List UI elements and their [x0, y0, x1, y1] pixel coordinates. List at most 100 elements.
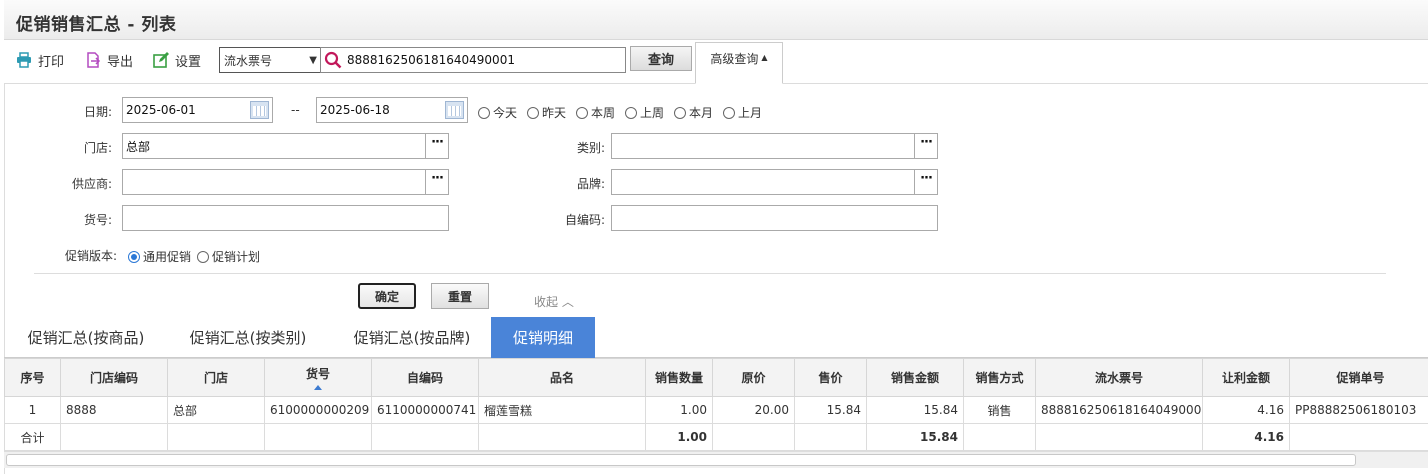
search-field-select[interactable]: 流水票号 ▼ [219, 47, 323, 73]
table-cell: 8888 [60, 396, 168, 424]
column-header[interactable]: 原价 [712, 358, 795, 397]
report-tabs: 促销汇总(按商品) 促销汇总(按类别) 促销汇总(按品牌) 促销明细 [4, 316, 1428, 358]
radio-circle [197, 250, 209, 263]
table-header-row: 序号 门店编码 门店 货号 自编码 品名 销售数量 原价 售价 销售金额 销售方… [4, 358, 1428, 397]
more-icon[interactable]: ··· [425, 134, 448, 158]
more-icon[interactable]: ··· [914, 170, 937, 194]
print-button[interactable]: 打印 [16, 50, 64, 70]
confirm-button[interactable]: 确定 [358, 283, 416, 309]
store-label: 门店: [84, 141, 113, 155]
column-header[interactable]: 品名 [478, 358, 646, 397]
advanced-query-tab[interactable]: 高级查询 ▲ [695, 42, 783, 84]
date-separator: -- [291, 103, 300, 117]
column-header[interactable]: 门店编码 [60, 358, 168, 397]
settings-button[interactable]: 设置 [153, 50, 201, 70]
date-from-input[interactable]: 2025-06-01 [122, 97, 273, 123]
radio-today[interactable]: 今天 [478, 104, 517, 121]
column-header[interactable]: 促销单号 [1289, 358, 1428, 397]
calendar-icon[interactable] [250, 101, 269, 119]
query-button[interactable]: 查询 [630, 46, 692, 71]
category-label: 类别: [577, 141, 606, 155]
search-value: 8888162506181640490001 [347, 53, 515, 67]
radio-circle [576, 106, 588, 119]
table-cell [794, 423, 867, 451]
export-label: 导出 [107, 54, 134, 70]
radio-label: 本周 [591, 106, 616, 120]
date-from-value: 2025-06-01 [126, 103, 196, 117]
column-header-sorted[interactable]: 货号 [264, 358, 372, 397]
tab-summary-by-product[interactable]: 促销汇总(按商品) [10, 317, 162, 358]
tab-summary-by-category[interactable]: 促销汇总(按类别) [170, 317, 326, 358]
column-header[interactable]: 流水票号 [1035, 358, 1203, 397]
table-cell: 8888162506181640490001 [1035, 396, 1203, 424]
radio-label: 上周 [640, 106, 665, 120]
collapse-link[interactable]: 收起 ︿ [534, 293, 574, 310]
more-icon[interactable]: ··· [914, 134, 937, 158]
search-field-value: 流水票号 [224, 53, 273, 68]
radio-circle-selected [128, 250, 140, 263]
date-to-input[interactable]: 2025-06-18 [316, 97, 468, 123]
radio-circle [478, 106, 490, 119]
table-cell: 1 [4, 396, 61, 424]
column-header[interactable]: 销售数量 [645, 358, 713, 397]
column-header-label: 货号 [305, 367, 330, 381]
horizontal-scrollbar[interactable] [4, 451, 1428, 468]
tab-summary-by-brand[interactable]: 促销汇总(按品牌) [334, 317, 490, 358]
column-header[interactable]: 门店 [167, 358, 265, 397]
date-label: 日期: [84, 105, 113, 119]
tab-promo-detail[interactable]: 促销明细 [491, 317, 595, 358]
table-cell: 6100000000209 [264, 396, 372, 424]
category-input[interactable]: ··· [611, 133, 938, 159]
brand-label: 品牌: [577, 177, 606, 191]
radio-circle [527, 106, 539, 119]
table-cell: 销售 [963, 396, 1036, 424]
search-icon [323, 50, 343, 70]
more-icon[interactable]: ··· [425, 170, 448, 194]
radio-circle [674, 106, 686, 119]
table-cell: 20.00 [712, 396, 795, 424]
column-header[interactable]: 售价 [794, 358, 867, 397]
reset-button[interactable]: 重置 [431, 283, 489, 309]
supplier-input[interactable]: ··· [122, 169, 449, 195]
item-no-input[interactable] [122, 205, 449, 231]
export-button[interactable]: 导出 [85, 50, 133, 70]
column-header[interactable]: 序号 [4, 358, 61, 397]
settings-label: 设置 [175, 54, 202, 70]
radio-last-week[interactable]: 上周 [625, 104, 664, 121]
radio-promo-plan[interactable]: 促销计划 [197, 248, 260, 265]
page-title: 促销销售汇总 - 列表 [16, 15, 177, 35]
search-input[interactable]: 8888162506181640490001 [320, 47, 626, 73]
column-header[interactable]: 销售金额 [866, 358, 964, 397]
date-to-value: 2025-06-18 [320, 103, 390, 117]
table-cell: 榴莲雪糕 [478, 396, 646, 424]
radio-label: 昨天 [542, 106, 567, 120]
radio-label: 促销计划 [212, 250, 261, 264]
radio-yesterday[interactable]: 昨天 [527, 104, 566, 121]
store-input[interactable]: 总部 ··· [122, 133, 449, 159]
column-header[interactable]: 销售方式 [963, 358, 1036, 397]
table-cell [478, 423, 646, 451]
radio-circle [723, 106, 735, 119]
table-cell [264, 423, 372, 451]
table-cell [167, 423, 265, 451]
table-cell: 总部 [167, 396, 265, 424]
column-header[interactable]: 让利金额 [1202, 358, 1290, 397]
supplier-label: 供应商: [72, 177, 113, 191]
radio-this-month[interactable]: 本月 [674, 104, 713, 121]
table-cell [712, 423, 795, 451]
table-row[interactable]: 1 8888 总部 6100000000209 6110000000741 榴莲… [4, 396, 1428, 424]
radio-last-month[interactable]: 上月 [723, 104, 762, 121]
total-label: 合计 [4, 423, 61, 451]
self-code-label: 自编码: [565, 213, 606, 227]
store-value: 总部 [126, 139, 151, 154]
column-header[interactable]: 自编码 [371, 358, 479, 397]
brand-input[interactable]: ··· [611, 169, 938, 195]
scrollbar-thumb[interactable] [6, 454, 1356, 466]
radio-this-week[interactable]: 本周 [576, 104, 615, 121]
table-total-row: 合计 1.00 15.84 4.16 [4, 423, 1428, 451]
radio-general-promo[interactable]: 通用促销 [128, 248, 191, 265]
advanced-query-panel: 日期: 2025-06-01 -- 2025-06-18 今天 昨天 本周 上周… [4, 84, 1428, 316]
advanced-query-label: 高级查询 [710, 52, 759, 66]
self-code-input[interactable] [611, 205, 938, 231]
calendar-icon[interactable] [445, 101, 464, 119]
